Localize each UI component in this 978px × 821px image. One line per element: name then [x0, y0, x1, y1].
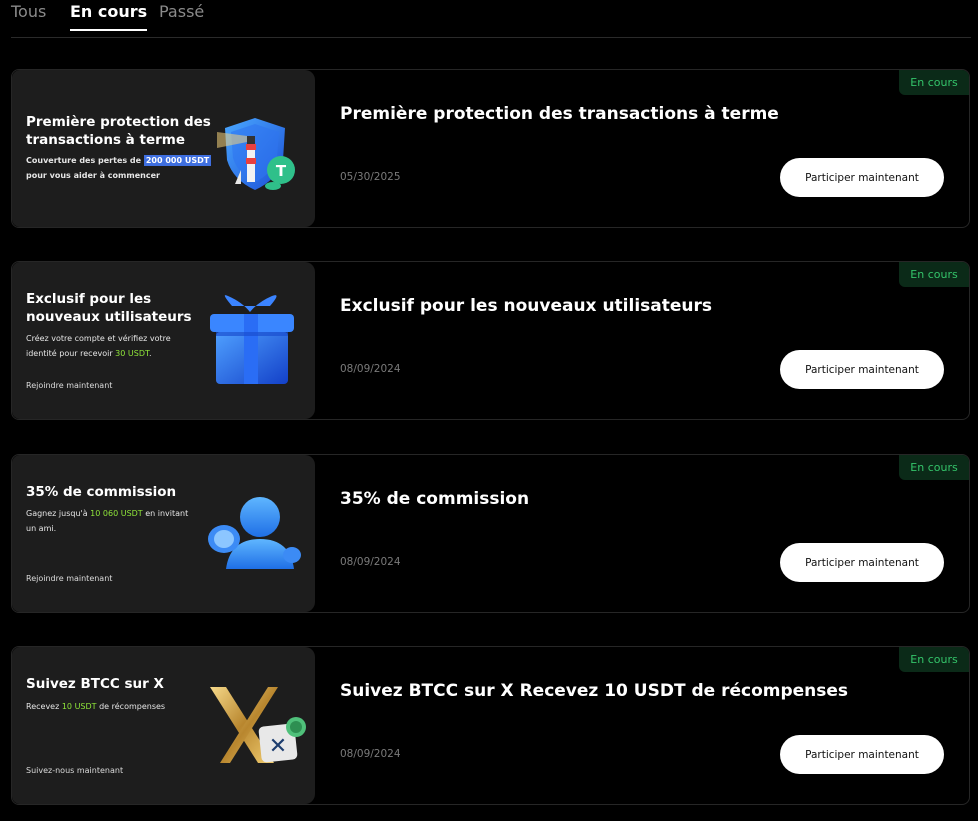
card-title: Première protection des transactions à t… [340, 104, 779, 124]
x-logo-icon: ✕ [210, 687, 306, 763]
card-date: 05/30/2025 [340, 171, 401, 183]
gift-box-icon [210, 295, 294, 384]
banner-join-link[interactable]: Rejoindre maintenant [26, 574, 112, 583]
participate-button[interactable]: Participer maintenant [780, 735, 944, 774]
status-tabs: Tous En cours Passé [11, 0, 971, 38]
banner-description: Recevez 10 USDT de récompenses [26, 702, 166, 711]
card-date: 08/09/2024 [340, 748, 401, 760]
banner-title: Exclusif pour les nouveaux utilisateurs [26, 291, 192, 325]
promo-card[interactable]: Suivez BTCC sur X Recevez 10 USDT de réc… [11, 646, 970, 805]
status-badge: En cours [899, 70, 969, 95]
svg-text:T: T [276, 162, 287, 180]
banner-title: Suivez BTCC sur X [26, 676, 164, 692]
svg-text:✕: ✕ [269, 734, 287, 759]
promo-card[interactable]: 35% de commission Gagnez jusqu'à 10 060 … [11, 454, 970, 613]
banner-title: 35% de commission [26, 484, 177, 500]
status-badge: En cours [899, 262, 969, 287]
promo-banner[interactable]: 35% de commission Gagnez jusqu'à 10 060 … [12, 455, 315, 612]
banner-description: Couverture des pertes de 200 000 USDT pou… [26, 155, 212, 180]
tab-ongoing[interactable]: En cours [70, 2, 148, 31]
participate-button[interactable]: Participer maintenant [780, 158, 944, 197]
banner-follow-link[interactable]: Suivez-nous maintenant [26, 766, 123, 775]
card-date: 08/09/2024 [340, 556, 401, 568]
status-badge: En cours [899, 455, 969, 480]
participate-button[interactable]: Participer maintenant [780, 350, 944, 389]
banner-description: Gagnez jusqu'à 10 060 USDT en invitant u… [26, 509, 189, 533]
tab-all[interactable]: Tous [11, 2, 46, 30]
card-title: Suivez BTCC sur X Recevez 10 USDT de réc… [340, 681, 849, 701]
card-date: 08/09/2024 [340, 363, 401, 375]
promo-card[interactable]: Exclusif pour les nouveaux utilisateurs … [11, 261, 970, 420]
tab-past[interactable]: Passé [159, 2, 204, 30]
promo-banner[interactable]: Suivez BTCC sur X Recevez 10 USDT de réc… [12, 647, 315, 804]
user-coins-icon [208, 497, 301, 569]
card-title: 35% de commission [340, 489, 530, 509]
promo-card[interactable]: Première protection des transactions à t… [11, 69, 970, 228]
participate-button[interactable]: Participer maintenant [780, 543, 944, 582]
shield-lighthouse-icon: T [217, 118, 295, 190]
banner-join-link[interactable]: Rejoindre maintenant [26, 381, 112, 390]
promo-banner[interactable]: Exclusif pour les nouveaux utilisateurs … [12, 262, 315, 419]
promo-banner[interactable]: Première protection des transactions à t… [12, 70, 315, 227]
status-badge: En cours [899, 647, 969, 672]
card-title: Exclusif pour les nouveaux utilisateurs [340, 296, 713, 316]
banner-description: Créez votre compte et vérifiez votre ide… [26, 334, 171, 358]
banner-title: Première protection des transactions à t… [26, 114, 211, 148]
